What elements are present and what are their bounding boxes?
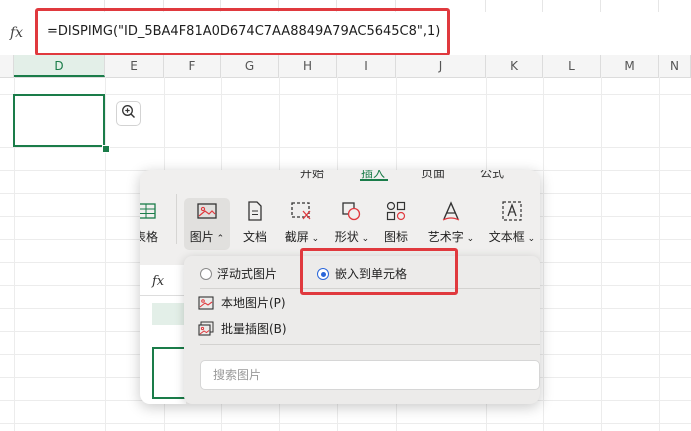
active-tab-indicator (360, 179, 388, 181)
picture-icon (194, 198, 220, 224)
screenshot-button[interactable]: 截屏 ⌄ (280, 198, 324, 250)
icons-gallery-icon (383, 198, 409, 224)
picture-search-input[interactable] (201, 361, 515, 389)
formula-highlight-box (35, 8, 450, 56)
column-header-f[interactable]: F (164, 55, 221, 77)
document-label: 文档 (242, 230, 267, 244)
zoom-in-icon (121, 104, 136, 123)
shape-label: 形状 (334, 230, 359, 244)
table-button[interactable]: 表格 (140, 198, 160, 250)
column-header-d[interactable]: D (14, 55, 105, 77)
insert-picture-panel: 开始 插入 页面 公式 表格 图片 ⌃ 文档 截屏 ⌄ 形状 ⌄ (140, 170, 540, 404)
picture-search-box[interactable] (200, 360, 540, 390)
column-header-m[interactable]: M (601, 55, 659, 77)
table-label: 表格 (140, 230, 158, 244)
chevron-down-icon: ⌄ (463, 234, 475, 244)
picture-label: 图片 (189, 230, 214, 244)
menu-separator (200, 344, 540, 345)
textbox-label: 文本框 (488, 230, 525, 244)
column-header-row: D E F G H I J K L M N (0, 55, 691, 78)
screenshot-label: 截屏 (284, 230, 309, 244)
column-header-k[interactable]: K (486, 55, 543, 77)
document-button[interactable]: 文档 (240, 198, 270, 250)
document-icon (242, 198, 268, 224)
batch-insert-item[interactable]: 批量插图(B) (221, 320, 287, 337)
active-cell-d[interactable] (13, 94, 105, 147)
column-header-n[interactable]: N (659, 55, 691, 77)
column-header-l[interactable]: L (543, 55, 601, 77)
float-picture-option[interactable]: 浮动式图片 (217, 265, 277, 282)
ribbon-divider (176, 194, 177, 244)
tab-page[interactable]: 页面 (421, 170, 445, 181)
tab-formula[interactable]: 公式 (480, 170, 504, 181)
wordart-button[interactable]: 艺术字 ⌄ (423, 198, 479, 250)
column-header-e[interactable]: E (105, 55, 164, 77)
column-header-i[interactable]: I (337, 55, 396, 77)
icon-label: 图标 (383, 230, 408, 244)
sheet-fx-icon: fx (152, 274, 165, 289)
textbox-icon (499, 198, 525, 224)
fill-handle[interactable] (102, 145, 110, 153)
float-picture-radio[interactable] (200, 268, 212, 280)
screenshot-icon (289, 198, 315, 224)
zoom-image-button[interactable] (116, 101, 141, 126)
local-picture-icon (198, 295, 214, 314)
chevron-down-icon: ⌄ (524, 234, 536, 244)
wordart-icon (438, 198, 464, 224)
batch-insert-icon (198, 321, 214, 340)
fx-icon[interactable]: fx (10, 25, 23, 41)
shape-icon (339, 198, 365, 224)
chevron-down-icon: ⌃ (213, 234, 225, 244)
textbox-button[interactable]: 文本框 ⌄ (485, 198, 539, 250)
shape-button[interactable]: 形状 ⌄ (330, 198, 374, 250)
sheet-active-cell (152, 347, 186, 399)
table-icon (140, 198, 159, 224)
column-header-j[interactable]: J (396, 55, 486, 77)
chevron-down-icon: ⌄ (358, 234, 370, 244)
tab-start[interactable]: 开始 (300, 170, 324, 181)
column-header-g[interactable]: G (221, 55, 279, 77)
icon-button[interactable]: 图标 (380, 198, 412, 250)
embed-option-highlight-box (300, 248, 458, 295)
local-picture-item[interactable]: 本地图片(P) (221, 294, 286, 311)
row-header-corner[interactable] (0, 55, 14, 77)
picture-button[interactable]: 图片 ⌃ (184, 198, 230, 250)
wordart-label: 艺术字 (427, 230, 464, 244)
chevron-down-icon: ⌄ (308, 234, 320, 244)
column-header-h[interactable]: H (279, 55, 337, 77)
